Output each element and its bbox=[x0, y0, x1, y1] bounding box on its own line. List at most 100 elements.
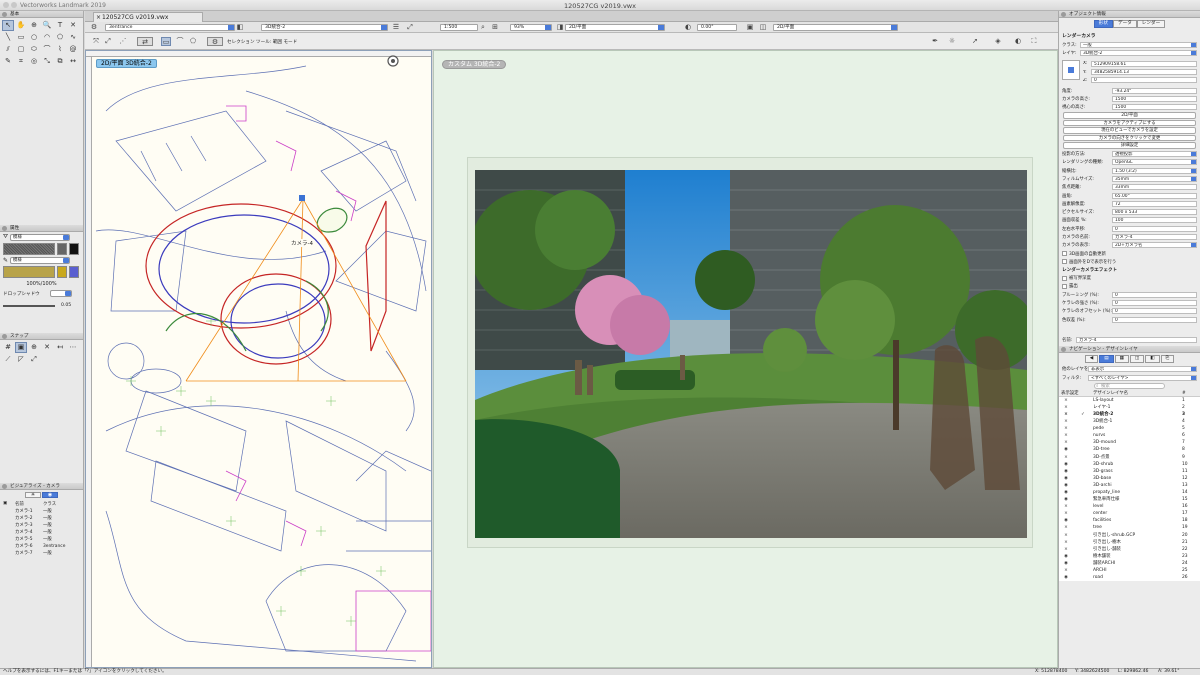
mode-option-3-icon[interactable]: ⋰ bbox=[118, 37, 128, 46]
layer-row[interactable]: ◉ 3D-base 12 bbox=[1059, 475, 1200, 482]
drop-shadow-select[interactable] bbox=[49, 290, 72, 297]
prop-value[interactable]: 65.00° bbox=[1112, 192, 1197, 199]
visibility-toggle[interactable]: × bbox=[1059, 411, 1073, 418]
multi-view-icon[interactable]: ◫ bbox=[758, 23, 768, 32]
pen-bg-color[interactable] bbox=[69, 266, 79, 278]
col-layer-name[interactable]: デザインレイヤ名 bbox=[1093, 390, 1182, 396]
visibility-toggle[interactable]: × bbox=[1059, 503, 1073, 510]
layer-row[interactable]: × tree 19 bbox=[1059, 524, 1200, 531]
visibility-toggle[interactable]: ◉ bbox=[1059, 446, 1073, 453]
visibility-toggle[interactable]: ◉ bbox=[1059, 496, 1073, 503]
effect-value[interactable]: 0 bbox=[1112, 300, 1197, 307]
walkthrough-icon[interactable]: ➚ bbox=[970, 37, 980, 46]
prop-value[interactable]: OpenGL bbox=[1112, 159, 1197, 166]
attribute-mapping-tool-icon[interactable]: ⌗ bbox=[15, 56, 27, 67]
prop-value[interactable]: 2D+カメラ名 bbox=[1112, 242, 1197, 249]
camera-list-item[interactable]: カメラ-2 一般 bbox=[0, 515, 83, 522]
prop-value[interactable]: 100 bbox=[1112, 217, 1197, 224]
render-mode-icon[interactable]: ◨ bbox=[555, 23, 565, 32]
palette-close-icon[interactable] bbox=[2, 484, 7, 489]
visibility-toggle[interactable]: × bbox=[1059, 439, 1073, 446]
nav-classes-icon[interactable]: ◫ bbox=[1129, 355, 1145, 364]
active-layer-select[interactable]: 3D統合-2 bbox=[261, 24, 388, 31]
pen-fg-color[interactable] bbox=[57, 266, 67, 278]
visibility-toggle[interactable]: × bbox=[1059, 418, 1073, 425]
oip-button[interactable]: 詳細設定 bbox=[1063, 142, 1196, 149]
layer-row[interactable]: × レイヤ-1 2 bbox=[1059, 404, 1200, 411]
fill-pattern-swatch[interactable] bbox=[3, 243, 55, 255]
circle-tool-icon[interactable]: ○ bbox=[28, 32, 40, 43]
snap-intersection-icon[interactable]: ✕ bbox=[41, 342, 53, 353]
visibility-toggle[interactable]: ◉ bbox=[1059, 475, 1073, 482]
field-value[interactable]: 1500 bbox=[1112, 95, 1197, 102]
render-view-label[interactable]: カスタム 3D統合-2 bbox=[442, 60, 507, 69]
layer-row[interactable]: ◉ 3D-archi 13 bbox=[1059, 482, 1200, 489]
filter-select[interactable]: <すべてのレイヤ> bbox=[1088, 374, 1197, 381]
layer-row[interactable]: ◉ road 26 bbox=[1059, 574, 1200, 581]
camera-list-item[interactable]: カメラ-3 一般 bbox=[0, 522, 83, 529]
prop-value[interactable]: 800 x 533 bbox=[1112, 209, 1197, 216]
camera-marker[interactable] bbox=[299, 195, 305, 201]
layer-row[interactable]: ◉ 3D-tree 8 bbox=[1059, 446, 1200, 453]
nav-back-icon[interactable]: ◀ bbox=[1084, 355, 1099, 364]
visibility-toggle[interactable]: × bbox=[1059, 524, 1073, 531]
class-select[interactable]: 一般 bbox=[1080, 42, 1197, 49]
snap-tangent-icon[interactable]: ◸ bbox=[15, 354, 27, 365]
prop-value[interactable]: 透視投影 bbox=[1112, 151, 1197, 158]
reshape-tool-icon[interactable]: ⤡ bbox=[41, 56, 53, 67]
visibility-toggle[interactable]: × bbox=[1059, 425, 1073, 432]
eyedropper-icon[interactable]: ✒ bbox=[930, 37, 940, 46]
rounded-rect-tool-icon[interactable]: ▢ bbox=[15, 44, 27, 55]
selection-options-icon[interactable]: ⚙ bbox=[207, 37, 223, 46]
zoom-field[interactable]: 93% bbox=[510, 24, 552, 31]
layer-row[interactable]: × 引き出し-樹木 21 bbox=[1059, 539, 1200, 546]
plane-rotation-icon[interactable]: ◐ bbox=[683, 23, 693, 32]
zoom-tool-icon[interactable]: 🔍 bbox=[41, 20, 53, 31]
pen-style-select[interactable]: 模様 bbox=[10, 257, 71, 264]
document-tab[interactable]: × 120527CG v2019.vwx bbox=[93, 12, 203, 22]
visibility-toggle[interactable]: × bbox=[1059, 454, 1073, 461]
layer-select[interactable]: 3D統合-2 bbox=[1080, 50, 1197, 57]
layer-row[interactable]: ◉ propaty_line 14 bbox=[1059, 489, 1200, 496]
prop-value[interactable]: カメラ-4 bbox=[1112, 233, 1197, 240]
view-select-2[interactable]: 2D/平面 bbox=[773, 24, 898, 31]
palette-close-icon[interactable] bbox=[2, 12, 7, 17]
visibility-toggle[interactable]: ◉ bbox=[1059, 489, 1073, 496]
polyline-tool-icon[interactable]: ⌇ bbox=[54, 44, 66, 55]
oip-button[interactable]: 現在のビューでカメラを設定 bbox=[1063, 127, 1196, 134]
line-tool-icon[interactable]: ╲ bbox=[2, 32, 14, 43]
full-screen-icon[interactable]: ⛶ bbox=[1029, 37, 1039, 46]
visibility-toggle[interactable]: × bbox=[1059, 510, 1073, 517]
snap-object-icon[interactable]: ▣ bbox=[15, 342, 27, 353]
col-number[interactable]: # bbox=[1182, 390, 1200, 396]
mode-option-4-icon[interactable]: ⇄ bbox=[137, 37, 153, 46]
layer-search-input[interactable]: ⌕ 検索 bbox=[1094, 382, 1165, 389]
effect-value[interactable]: 0 bbox=[1112, 291, 1197, 298]
layer-row[interactable]: × pede 5 bbox=[1059, 425, 1200, 432]
layer-row[interactable]: × 3D-mound 7 bbox=[1059, 439, 1200, 446]
visibility-toggle[interactable]: ◉ bbox=[1059, 574, 1073, 581]
layer-row[interactable]: ◉ facilities 18 bbox=[1059, 517, 1200, 524]
tab-shape[interactable]: 形状 bbox=[1093, 20, 1113, 28]
arc-tool-icon[interactable]: ◠ bbox=[41, 32, 53, 43]
prop-value[interactable]: 0 bbox=[1112, 225, 1197, 232]
selection-tool-icon[interactable]: ↖ bbox=[2, 20, 14, 31]
lasso-mode-icon[interactable]: ⌒ bbox=[175, 37, 185, 46]
rotation-field[interactable]: 0.00° bbox=[697, 24, 737, 31]
snap-smart-point-icon[interactable]: ⋯ bbox=[67, 342, 79, 353]
tab-data[interactable]: データ bbox=[1113, 20, 1137, 28]
line-weight-value[interactable]: 0.05 bbox=[61, 303, 71, 308]
spiral-tool-icon[interactable]: @ bbox=[67, 44, 79, 55]
visibility-toggle[interactable]: × bbox=[1059, 567, 1073, 574]
effect-value[interactable]: 0 bbox=[1112, 308, 1197, 315]
snap-edge-icon[interactable]: ⟋ bbox=[2, 354, 14, 365]
layer-row[interactable]: ◉ 3D-grass 11 bbox=[1059, 468, 1200, 475]
nav-refs-icon[interactable]: ⎘ bbox=[1160, 355, 1175, 364]
visibility-toggle[interactable]: × bbox=[1059, 404, 1073, 411]
ellipse-tool-icon[interactable]: ⬭ bbox=[28, 44, 40, 55]
flyover-tool-icon[interactable]: ⊕ bbox=[28, 20, 40, 31]
tab-render[interactable]: レンダー bbox=[1136, 20, 1166, 28]
quarter-arc-tool-icon[interactable]: ⌒ bbox=[41, 44, 53, 55]
layer-row[interactable]: ◉ 3D-shrub 10 bbox=[1059, 461, 1200, 468]
checkbox[interactable] bbox=[1062, 251, 1067, 257]
